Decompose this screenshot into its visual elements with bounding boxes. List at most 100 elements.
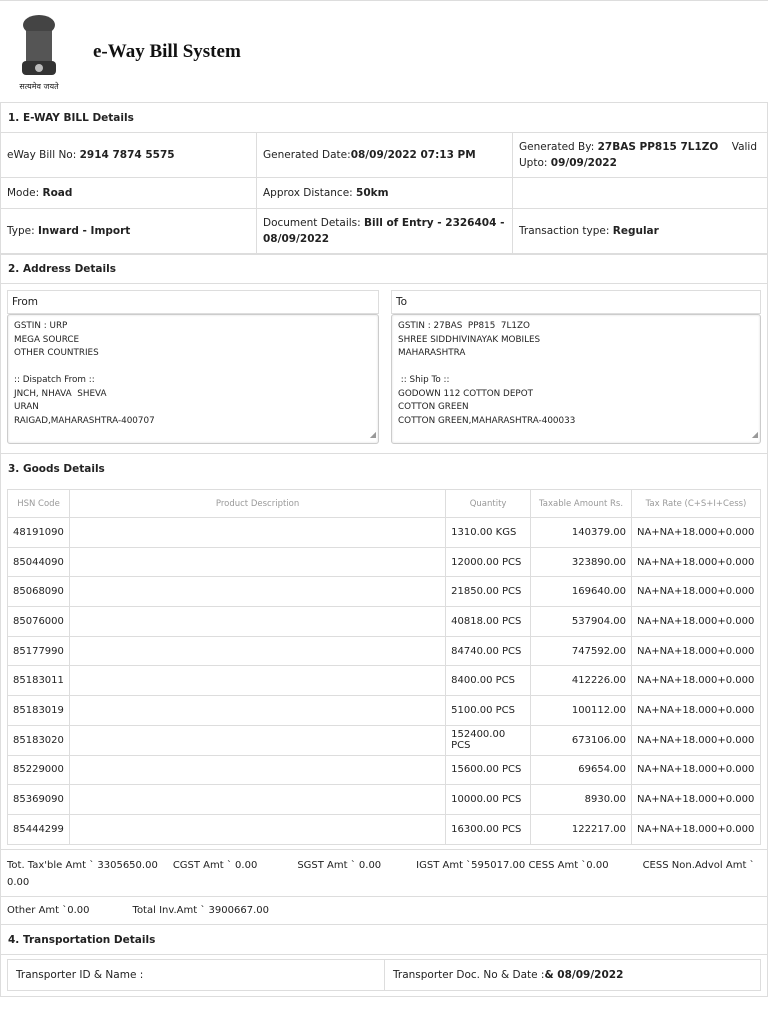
transport-grid: Transporter ID & Name : Transporter Doc.… — [7, 959, 761, 991]
emblem-motto: सत्यमेव जयते — [19, 81, 59, 91]
approx-distance: Approx Distance: 50km — [257, 178, 513, 209]
column-header: Tax Rate (C+S+I+Cess) — [630, 489, 762, 518]
hsn-code: 85076000 — [7, 606, 70, 637]
eway-bill-page: सत्यमेव जयते e-Way Bill System 1. E-WAY … — [0, 0, 768, 1024]
taxable-amount: 69654.00 — [530, 754, 632, 786]
tax-rate: NA+NA+18.000+0.000 — [630, 784, 762, 815]
tax-summary: Tot. Tax'ble Amt ` 3305650.00 CGST Amt ` … — [0, 849, 768, 896]
table-row: 85229000 15600.00 PCS 69654.00 NA+NA+18.000… — [7, 754, 762, 786]
table-row: 85177990 84740.00 PCS 747592.00 NA+NA+18.00… — [7, 635, 762, 667]
column-header: HSN Code — [7, 489, 70, 518]
quantity: 21850.00 PCS — [445, 576, 532, 608]
table-row: 48191090 1310.00 KGS 140379.00 NA+NA+18.000… — [7, 517, 762, 548]
quantity: 84740.00 PCS — [445, 635, 532, 667]
quantity: 10000.00 PCS — [445, 784, 532, 815]
hsn-code: 48191090 — [7, 517, 70, 548]
goods-table: HSN Code Product Description Quantity Taxab… — [7, 489, 762, 845]
product-description — [68, 517, 447, 548]
igst-amount: IGST Amt `595017.00 — [416, 860, 526, 871]
totals-row: Other Amt `0.00 Total Inv.Amt ` 3900667.0… — [0, 896, 768, 924]
product-description — [68, 546, 447, 578]
product-description — [68, 813, 447, 845]
tax-rate: NA+NA+18.000+0.000 — [630, 517, 762, 548]
quantity: 15600.00 PCS — [445, 754, 532, 786]
section-eway-bill-details-heading: 1. E-WAY BILL Details — [0, 102, 768, 132]
product-description — [68, 606, 447, 637]
tax-rate: NA+NA+18.000+0.000 — [630, 546, 762, 578]
other-amount: Other Amt `0.00 — [7, 905, 90, 916]
quantity: 152400.00 PCS — [445, 724, 532, 756]
from-heading: From — [7, 290, 379, 314]
table-row: 85076000 40818.00 PCS 537904.00 NA+NA+18.00… — [7, 606, 762, 637]
column-header: Taxable Amount Rs. — [530, 489, 632, 518]
tax-rate: NA+NA+18.000+0.000 — [630, 813, 762, 845]
hsn-code: 85183011 — [7, 665, 70, 697]
quantity: 16300.00 PCS — [445, 813, 532, 845]
hsn-code: 85444299 — [7, 813, 70, 845]
document-details: Document Details: Bill of Entry - 232640… — [257, 209, 513, 254]
cess-amount: CESS Amt `0.00 — [528, 860, 609, 871]
tax-rate: NA+NA+18.000+0.000 — [630, 695, 762, 726]
total-invoice-amount: Total Inv.Amt ` 3900667.00 — [132, 905, 269, 916]
quantity: 40818.00 PCS — [445, 606, 532, 637]
transporter-id-name: Transporter ID & Name : — [8, 960, 385, 990]
to-address-textarea[interactable]: GSTIN : 27BAS PP815 7L1ZO SHREE SIDDHIVI… — [391, 314, 761, 444]
taxable-amount: 100112.00 — [530, 695, 632, 726]
table-row: 85183019 5100.00 PCS 100112.00 NA+NA+18.000… — [7, 695, 762, 726]
product-description — [68, 724, 447, 756]
section-transportation-heading: 4. Transportation Details — [0, 924, 768, 954]
quantity: 1310.00 KGS — [445, 517, 532, 548]
product-description — [68, 695, 447, 726]
table-row: 85183020 152400.00 PCS 673106.00 NA+NA+18.0… — [7, 724, 762, 756]
hsn-code: 85177990 — [7, 635, 70, 667]
mode: Mode: Road — [1, 178, 257, 209]
hsn-code: 85369090 — [7, 784, 70, 815]
taxable-amount: 323890.00 — [530, 546, 632, 578]
column-header: Product Description — [68, 489, 447, 518]
sgst-amount: SGST Amt ` 0.00 — [297, 860, 382, 871]
eway-bill-no: eWay Bill No: 2914 7874 5575 — [1, 133, 257, 178]
tax-rate: NA+NA+18.000+0.000 — [630, 754, 762, 786]
eway-bill-details-grid: eWay Bill No: 2914 7874 5575 Generated D… — [0, 132, 768, 255]
table-row: 85044090 12000.00 PCS 323890.00 NA+NA+18.00… — [7, 546, 762, 578]
hsn-code: 85044090 — [7, 546, 70, 578]
national-emblem-logo: सत्यमेव जयते — [19, 15, 59, 91]
hsn-code: 85229000 — [7, 754, 70, 786]
table-row: 85183011 8400.00 PCS 412226.00 NA+NA+18.000… — [7, 665, 762, 697]
taxable-amount: 122217.00 — [530, 813, 632, 845]
to-address-text: GSTIN : 27BAS PP815 7L1ZO SHREE SIDDHIVI… — [398, 321, 576, 426]
taxable-amount: 747592.00 — [530, 635, 632, 667]
table-row: 85068090 21850.00 PCS 169640.00 NA+NA+18.00… — [7, 576, 762, 608]
to-heading: To — [391, 290, 761, 314]
tax-rate: NA+NA+18.000+0.000 — [630, 606, 762, 637]
taxable-amount: 169640.00 — [530, 576, 632, 608]
type: Type: Inward - Import — [1, 209, 257, 254]
transporter-doc: Transporter Doc. No & Date : & 08/09/202… — [393, 969, 624, 981]
cgst-amount: CGST Amt ` 0.00 — [172, 860, 258, 871]
resize-handle-icon[interactable]: ◢ — [370, 428, 376, 442]
product-description — [68, 754, 447, 786]
table-row: 85444299 16300.00 PCS 122217.00 NA+NA+18.00… — [7, 813, 762, 845]
hsn-code: 85183019 — [7, 695, 70, 726]
taxable-amount: 412226.00 — [530, 665, 632, 697]
quantity: 5100.00 PCS — [445, 695, 532, 726]
generated-date: Generated Date:08/09/2022 07:13 PM — [257, 133, 513, 178]
table-row: 85369090 10000.00 PCS 8930.00 NA+NA+18.000+… — [7, 784, 762, 815]
column-header: Quantity — [445, 489, 532, 518]
taxable-amount: 537904.00 — [530, 606, 632, 637]
transaction-type: Transaction type: Regular — [513, 209, 768, 254]
taxable-amount: 8930.00 — [530, 784, 632, 815]
tax-rate: NA+NA+18.000+0.000 — [630, 635, 762, 667]
section-address-details-heading: 2. Address Details — [0, 253, 768, 283]
total-taxable-amount: Tot. Tax'ble Amt ` 3305650.00 — [7, 860, 158, 871]
taxable-amount: 140379.00 — [530, 517, 632, 548]
from-address-textarea[interactable]: GSTIN : URP MEGA SOURCE OTHER COUNTRIES … — [7, 314, 379, 444]
tax-rate: NA+NA+18.000+0.000 — [630, 576, 762, 608]
tax-rate: NA+NA+18.000+0.000 — [630, 665, 762, 697]
taxable-amount: 673106.00 — [530, 724, 632, 756]
hsn-code: 85068090 — [7, 576, 70, 608]
page-title: e-Way Bill System — [93, 41, 241, 62]
product-description — [68, 635, 447, 667]
section-goods-details-heading: 3. Goods Details — [0, 453, 768, 483]
resize-handle-icon[interactable]: ◢ — [752, 428, 758, 442]
